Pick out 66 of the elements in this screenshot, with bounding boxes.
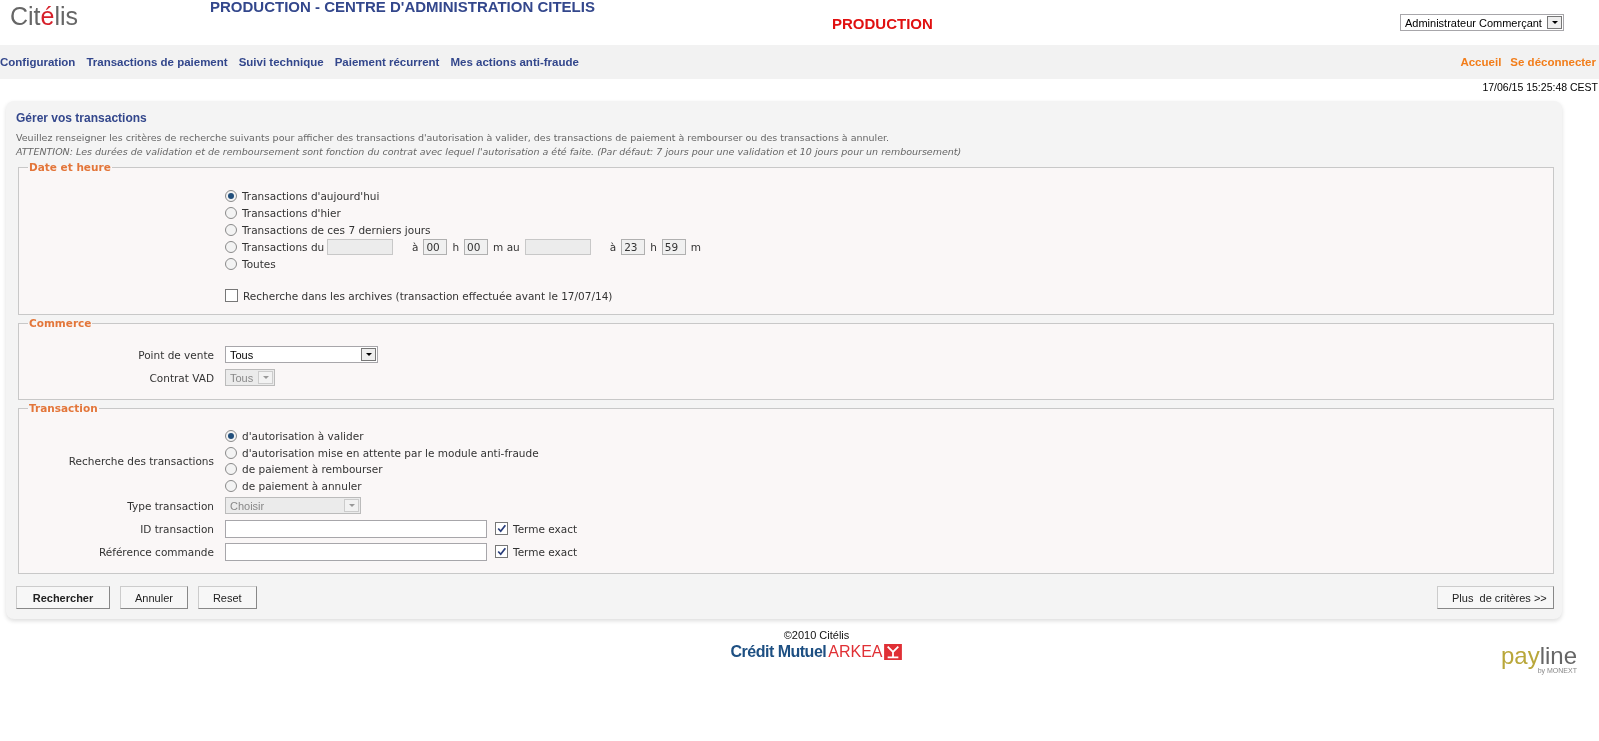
nav-link[interactable]: Transactions de paiement [86, 56, 228, 68]
checkbox[interactable] [495, 522, 508, 535]
environment-label: PRODUCTION [832, 15, 933, 32]
radio-label: Toutes [242, 257, 276, 270]
more-criteria-button[interactable]: Plus de critères >> [1437, 586, 1554, 609]
radio-label: Transactions du [242, 240, 322, 253]
radio-label: Transactions d'aujourd'hui [242, 189, 380, 202]
text-input[interactable] [225, 542, 487, 561]
form-button[interactable]: Rechercher [16, 586, 110, 609]
form-button[interactable]: Annuler [120, 586, 188, 609]
radio-label: d'autorisation à valider [242, 430, 364, 443]
time-label: à [412, 240, 419, 253]
field-label: Point de vente [137, 348, 214, 361]
nav-link[interactable]: Suivi technique [238, 56, 324, 68]
datetime-text: 17/06/15 15:25:48 CEST [1482, 81, 1598, 95]
field-label: Recherche des transactions [67, 455, 214, 467]
warning-text: ATTENTION: Les durées de validation et de remboursement sont fonction du contrat avec lequel l'autorisation a été faite. (Par défaut: 7 jours pour une validation et 10 jours pour un remboursement) [16, 145, 963, 159]
checkbox-label: Terme exact [513, 545, 578, 558]
radio-button[interactable] [225, 463, 237, 476]
field-label: ID transaction [139, 522, 214, 535]
field-label: Référence commande [97, 545, 214, 558]
intro-text: Veuillez renseigner les critères de recherche suivants pour afficher des transactions d'autorisation à valider, des transactions de paiement à rembourser ou des transactions à annuler. [16, 131, 891, 145]
radio-label: Transactions de ces 7 derniers jours [242, 223, 431, 236]
minute-field[interactable]: 59 [661, 238, 686, 255]
hour-field[interactable]: 23 [621, 238, 646, 255]
time-label: m au [493, 240, 520, 253]
time-label: h [650, 240, 657, 253]
site-title: PRODUCTION - CENTRE D'ADMINISTRATION CITELIS [210, 0, 595, 15]
section-legend: Date et heure [28, 161, 112, 173]
checkbox[interactable] [495, 545, 508, 558]
field-label: Type transaction [126, 499, 214, 512]
radio-button[interactable] [225, 257, 237, 270]
field-label: Contrat VAD [148, 371, 214, 384]
time-label: à [609, 240, 617, 253]
radio-label: de paiement à rembourser [242, 463, 383, 476]
panel-title: Gérer vos transactions [16, 111, 148, 125]
time-label: m [690, 240, 702, 253]
radio-label: d'autorisation mise en attente par le module anti-fraude [242, 446, 539, 459]
hour-field[interactable]: 00 [423, 238, 448, 255]
copyright-text: ©2010 Citélis [783, 629, 850, 641]
form-button[interactable]: Reset [197, 586, 257, 609]
checkbox-label: Recherche dans les archives (transaction effectuée avant le 17/07/14) [243, 289, 613, 302]
profile-select[interactable]: Administrateur Commerçant [1400, 14, 1564, 31]
minute-field[interactable]: 00 [464, 238, 489, 255]
section-legend: Commerce [28, 317, 93, 329]
bank-logo: Crédit MutuelARKEA [730, 643, 903, 661]
checkbox-label: Terme exact [513, 522, 578, 535]
checkbox[interactable] [225, 289, 238, 302]
text-input[interactable] [225, 519, 487, 538]
radio-button[interactable] [225, 223, 237, 236]
radio-button[interactable] [225, 206, 237, 219]
radio-button[interactable] [225, 189, 237, 202]
citelis-logo: Citélis [10, 2, 80, 30]
radio-label: Transactions d'hier [242, 206, 341, 219]
nav-link[interactable]: Paiement récurrent [334, 56, 440, 68]
date-field[interactable] [524, 238, 591, 255]
radio-button[interactable] [225, 479, 237, 492]
section-legend: Transaction [28, 402, 99, 414]
radio-label: de paiement à annuler [242, 479, 362, 492]
radio-button[interactable] [225, 446, 237, 459]
time-label: h [452, 240, 460, 253]
radio-button[interactable] [225, 430, 237, 443]
radio-button[interactable] [225, 240, 237, 253]
nav-link[interactable]: Mes actions anti-fraude [450, 56, 579, 68]
nav-link[interactable]: Configuration [0, 56, 76, 68]
dropdown-select[interactable]: Tous [225, 346, 378, 363]
